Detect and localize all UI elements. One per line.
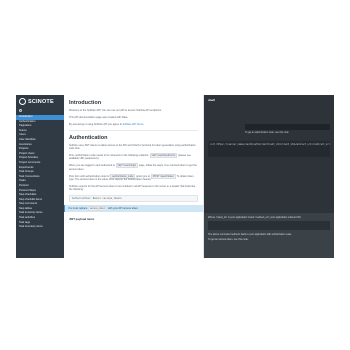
- code-pane-line-3: To get an access token, use this code:: [208, 238, 249, 242]
- sidebar-nav: Introduction Authentication Pagination T…: [16, 115, 64, 230]
- intro-heading: Introduction: [69, 100, 102, 106]
- intro-terms-prefix: By accessing or using SciNote API you ag…: [69, 122, 122, 126]
- search-icon: [19, 109, 22, 112]
- code-pane-bottom: Where <client_id> is your application id…: [204, 213, 334, 258]
- scinote-logo-icon: [19, 98, 26, 105]
- code-pane: shell To get an authorization code, use …: [204, 95, 334, 258]
- authorization-code-caption: To get an authorization code, use this c…: [245, 132, 289, 134]
- docs-window: SCINOTE Introduction Authentication Pagi…: [16, 95, 334, 258]
- curl-code-block: curl https://<server_name>/oauth/authori…: [208, 141, 330, 157]
- code-pane-box-1: [208, 221, 330, 231]
- auth-paragraph-2: First, authorization code needs to be re…: [69, 153, 198, 161]
- info-note: You must replace access_token with your …: [64, 205, 203, 213]
- code-placeholder-bar: [245, 124, 330, 130]
- code-pane-top: shell To get an authorization code, use …: [204, 95, 334, 213]
- login-endpoint-code: GET /users/login: [115, 163, 139, 169]
- sidebar-item-task-inventory-items-2[interactable]: Task Inventory items: [16, 225, 64, 230]
- note-suffix: with your API access token.: [107, 207, 139, 211]
- intro-paragraph-3: By accessing or using SciNote API you ag…: [69, 123, 198, 126]
- auth-paragraph-3: When you are logged in and redirected to…: [69, 163, 198, 171]
- auth-paragraph-1: SciNote uses JWT tokens to allow access …: [69, 143, 196, 151]
- auth-paragraph-4: Post form with authorization code for au…: [69, 173, 198, 182]
- logo[interactable]: SCINOTE: [16, 97, 64, 108]
- jwt-payload-subheading: JWT payload items: [69, 217, 95, 222]
- auth-header-code-block: Authorization: Bearer <access_token>: [69, 195, 198, 203]
- code-pane-line-2: The above command redirects back to your…: [208, 233, 292, 237]
- authorize-endpoint-code: GET /oauth/authorize: [149, 153, 178, 159]
- auth-heading: Authentication: [69, 134, 108, 141]
- logo-text: SCINOTE: [28, 98, 54, 105]
- intro-paragraph-2: This API documentation page was created …: [69, 115, 129, 119]
- main-content: Introduction Welcome to the SciNote API!…: [64, 95, 204, 258]
- token-endpoint-code: POST /oauth/token: [150, 173, 176, 179]
- sidebar: SCINOTE Introduction Authentication Pagi…: [16, 95, 64, 258]
- auth-paragraph-5: SciNote expects for the API access token…: [69, 184, 196, 192]
- terms-link[interactable]: SciNote API Terms.: [123, 123, 145, 126]
- note-code: access_token: [87, 206, 108, 212]
- intro-paragraph-1: Welcome to the SciNote API! You can use …: [69, 109, 162, 112]
- code-pane-line-1: Where <client_id> is your application id…: [208, 216, 302, 219]
- search-box[interactable]: [19, 108, 61, 113]
- section-divider: [69, 129, 198, 131]
- note-prefix: You must replace: [68, 207, 88, 211]
